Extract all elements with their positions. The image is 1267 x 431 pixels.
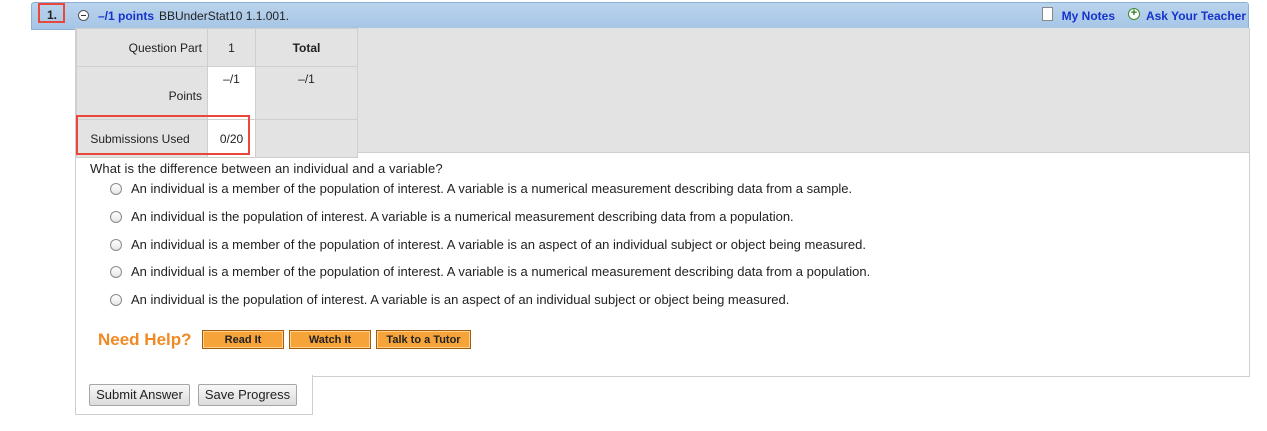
option-label: An individual is the population of inter…: [131, 209, 794, 224]
notes-icon[interactable]: [1042, 7, 1053, 21]
radio-button[interactable]: [110, 266, 122, 278]
total-label: Total: [255, 28, 358, 67]
talk-to-tutor-button[interactable]: Talk to a Tutor: [376, 330, 471, 349]
ask-teacher-link[interactable]: Ask Your Teacher: [1146, 9, 1246, 23]
highlight-box-submissions: [76, 115, 250, 155]
answer-option[interactable]: An individual is a member of the populat…: [110, 181, 852, 196]
points-total: –/1: [255, 66, 358, 120]
radio-button[interactable]: [110, 211, 122, 223]
option-label: An individual is a member of the populat…: [131, 237, 866, 252]
question-prompt: What is the difference between an indivi…: [90, 161, 443, 176]
option-label: An individual is a member of the populat…: [131, 181, 853, 196]
question-part-value: 1: [207, 28, 256, 67]
radio-button[interactable]: [110, 239, 122, 251]
points-label: Points: [76, 66, 208, 120]
save-progress-button[interactable]: Save Progress: [198, 384, 297, 406]
answer-option[interactable]: An individual is the population of inter…: [110, 209, 794, 224]
plus-icon[interactable]: +: [1128, 8, 1140, 20]
answer-option[interactable]: An individual is a member of the populat…: [110, 237, 866, 252]
question-part-label: Question Part: [76, 28, 208, 67]
answer-option[interactable]: An individual is the population of inter…: [110, 292, 789, 307]
submissions-total: [255, 119, 358, 158]
watch-it-button[interactable]: Watch It: [289, 330, 371, 349]
submit-answer-button[interactable]: Submit Answer: [89, 384, 190, 406]
radio-button[interactable]: [110, 183, 122, 195]
option-label: An individual is the population of inter…: [131, 292, 790, 307]
answer-option[interactable]: An individual is a member of the populat…: [110, 264, 870, 279]
my-notes-link[interactable]: My Notes: [1062, 9, 1115, 23]
need-help-label: Need Help?: [98, 330, 192, 349]
question-id: BBUnderStat10 1.1.001.: [159, 9, 290, 23]
points-link[interactable]: –/1 points: [98, 9, 154, 23]
radio-button[interactable]: [110, 294, 122, 306]
points-value: –/1: [207, 66, 256, 120]
option-label: An individual is a member of the populat…: [131, 264, 871, 279]
highlight-box-collapse: [38, 3, 65, 23]
collapse-icon[interactable]: [78, 10, 89, 21]
question-header: 1. –/1 points BBUnderStat10 1.1.001. My …: [31, 2, 1249, 30]
read-it-button[interactable]: Read It: [202, 330, 284, 349]
question-panel: Question Part 1 Total Points –/1 –/1 Sub…: [75, 28, 1250, 377]
